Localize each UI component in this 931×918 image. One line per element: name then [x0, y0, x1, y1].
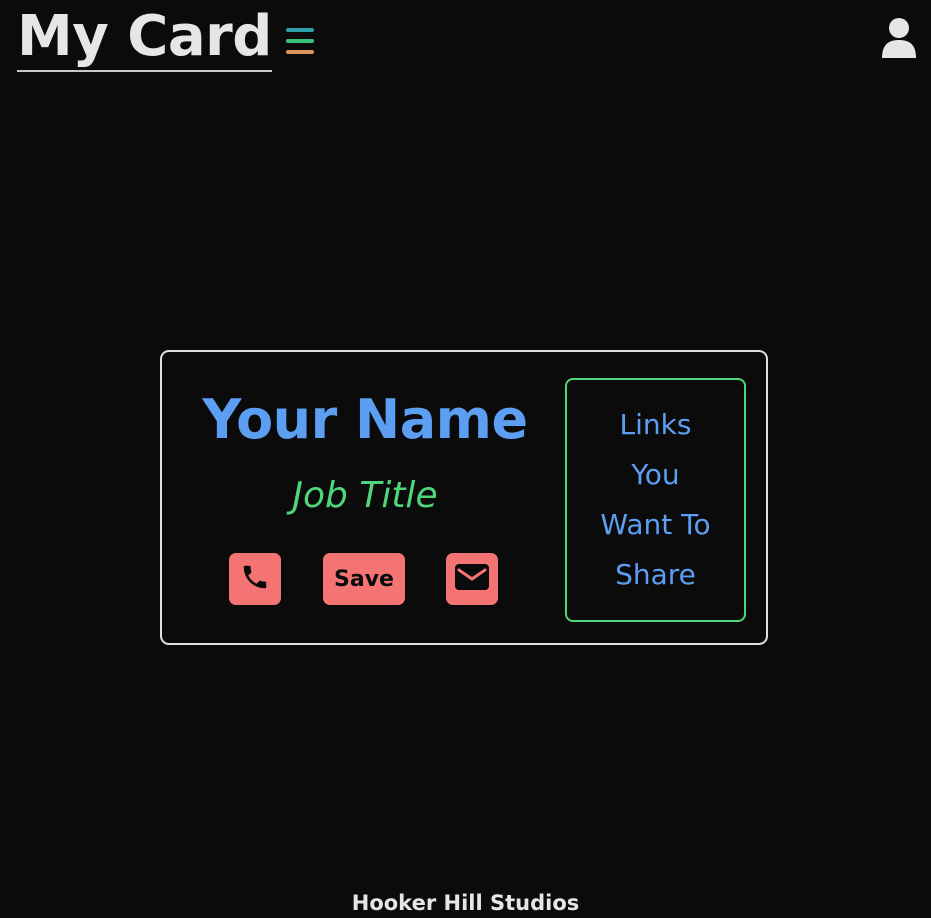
- footer-studio-name: Hooker Hill Studios: [351, 891, 580, 915]
- phone-icon: [240, 562, 270, 596]
- links-line: Want To: [600, 508, 711, 541]
- card-job-title: Job Title: [292, 475, 438, 516]
- call-button[interactable]: [229, 553, 281, 605]
- site-title-link[interactable]: My Card: [17, 4, 272, 72]
- save-contact-button[interactable]: Save: [323, 553, 405, 605]
- links-line: You: [631, 458, 680, 491]
- links-line: Links: [619, 408, 692, 441]
- hamburger-menu-icon[interactable]: [285, 28, 316, 54]
- envelope-icon: [453, 562, 491, 596]
- save-button-label: Save: [334, 566, 394, 592]
- menu-bar-bottom: [285, 50, 314, 54]
- links-box[interactable]: Links You Want To Share: [565, 378, 746, 622]
- page: My Card Your Name Job Title Save Links Y…: [0, 0, 931, 918]
- user-icon[interactable]: [881, 17, 917, 59]
- business-card: Your Name Job Title Save Links You Want …: [160, 350, 768, 645]
- menu-bar-middle: [285, 39, 314, 43]
- card-name: Your Name: [202, 388, 528, 451]
- links-line: Share: [615, 558, 696, 591]
- email-button[interactable]: [446, 553, 498, 605]
- header-brand: My Card: [17, 4, 316, 72]
- menu-bar-top: [285, 28, 314, 32]
